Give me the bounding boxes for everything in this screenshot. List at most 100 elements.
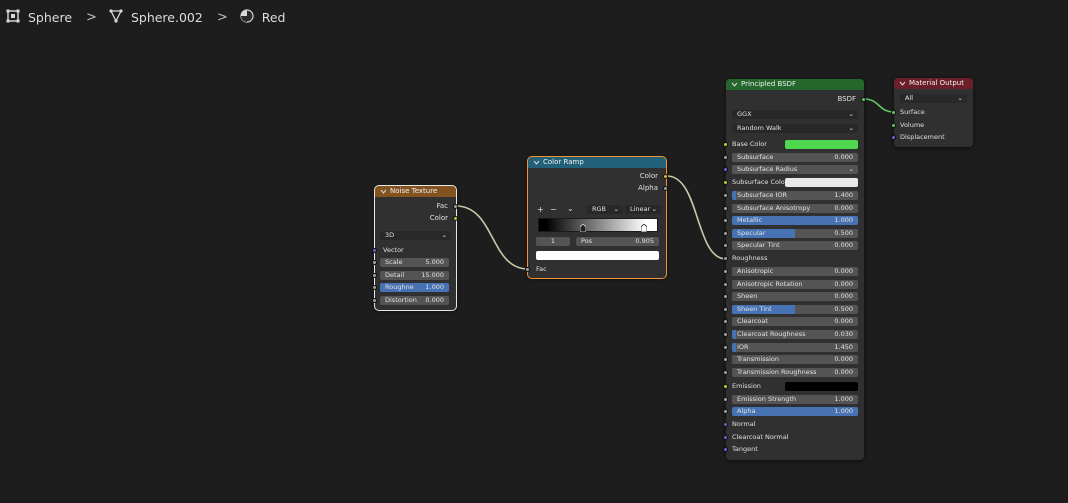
slider-field[interactable]: Anisotropic 0.000 [732,267,858,276]
material-output-header[interactable]: Material Output [894,78,973,89]
dimensions-dropdown[interactable]: 3D ⌄ [380,231,451,240]
input-socket[interactable] [723,409,728,415]
principled-bsdf-header[interactable]: Principled BSDF [726,79,864,90]
link-ramp-color-to-roughness [666,175,727,260]
input-socket[interactable] [723,306,728,312]
principled-bsdf-node[interactable]: Principled BSDF BSDF GGX ⌄ Random Walk ⌄ B… [723,79,866,460]
noise-texture-node[interactable]: Noise Texture Fac Color 3D ⌄ Vector Scale… [372,185,458,311]
color-ramp-header[interactable]: Color Ramp [528,157,666,168]
subsurface-field[interactable]: Subsurface 0.000 [732,153,858,162]
slider-field[interactable]: Alpha 1.000 [732,407,858,417]
remove-stop-button[interactable]: − [550,205,557,214]
input-socket[interactable] [723,344,728,350]
slider-field[interactable]: Anisotropic Rotation 0.000 [732,279,858,289]
slider-field[interactable]: Clearcoat Roughness 0.030 [732,330,858,339]
chevron-down-icon: ⌄ [441,231,447,239]
slider-field[interactable]: Metallic 1.000 [732,216,858,226]
stop-index-field[interactable]: 1 [536,237,570,246]
output-color: Color [528,171,666,182]
color-mode-dropdown[interactable]: RGB ⌄ [587,205,623,214]
output-target-dropdown[interactable]: All ⌄ [900,94,967,103]
normal-socket[interactable] [723,422,728,427]
input-socket[interactable] [372,272,377,278]
input-socket[interactable] [723,319,728,325]
input-socket[interactable] [372,260,377,265]
input-socket[interactable] [723,397,728,402]
slider-field[interactable]: Subsurface IOR 1.400 [732,191,858,200]
collapse-chevron-icon[interactable] [731,81,738,88]
slider-field[interactable]: Emission Strength 1.000 [732,395,858,404]
subsurface-color-swatch[interactable] [785,178,858,187]
input-socket[interactable] [723,269,728,274]
roughness-label: Roughness [732,254,768,262]
surface-socket[interactable] [891,110,896,115]
subsurface-method-dropdown[interactable]: Random Walk ⌄ [732,124,858,133]
stop-color-swatch[interactable] [536,251,659,260]
stop-position-field[interactable]: Pos 0.905 [576,237,659,246]
ramp-stop-marker-active[interactable] [641,224,647,232]
input-socket[interactable] [723,357,728,363]
slider-field[interactable]: Scale 5.000 [380,258,449,267]
input-socket[interactable] [723,281,728,287]
distribution-dropdown[interactable]: GGX ⌄ [732,110,858,119]
slider-field[interactable]: Clearcoat 0.000 [732,317,858,327]
noise-texture-header[interactable]: Noise Texture [375,186,456,197]
input-socket[interactable] [723,294,728,300]
emission-socket[interactable] [723,384,728,389]
base-color-socket[interactable] [723,142,728,147]
collapse-chevron-icon[interactable] [533,159,540,166]
add-stop-button[interactable]: + [537,205,544,214]
interpolation-dropdown[interactable]: Linear ⌄ [625,205,661,214]
output-fac-socket[interactable] [453,204,458,209]
slider-field[interactable]: Transmission 0.000 [732,355,858,365]
slider-field[interactable]: Sheen 0.000 [732,292,858,302]
input-fac-socket[interactable] [525,267,530,272]
output-alpha-socket[interactable] [663,186,668,191]
input-socket[interactable] [723,193,728,198]
input-socket[interactable] [723,332,728,337]
collapse-chevron-icon[interactable] [380,188,387,195]
subsurface-radius-socket[interactable] [723,167,728,172]
slider-field[interactable]: Subsurface Anisotropy 0.000 [732,203,858,213]
subsurface-color-label: Subsurface Color [732,178,788,186]
slider-field[interactable]: Specular 0.500 [732,228,858,238]
ramp-menu-button[interactable]: ⌄ [567,204,574,213]
slider-field[interactable]: IOR 1.450 [732,342,858,352]
slider-field[interactable]: Specular Tint 0.000 [732,241,858,251]
base-color-swatch[interactable] [785,140,858,149]
input-socket[interactable] [723,230,728,236]
clearcoat-normal-socket[interactable] [723,435,728,440]
subsurface-radius-field[interactable]: Subsurface Radius ⌄ [732,165,858,174]
output-color-socket[interactable] [453,216,458,221]
output-color-label: Color [429,214,448,222]
slider-value: 0.000 [834,292,853,301]
output-bsdf-socket[interactable] [861,97,866,102]
displacement-socket[interactable] [891,135,896,140]
roughness-socket[interactable] [723,256,728,261]
collapse-chevron-icon[interactable] [899,80,906,87]
input-socket[interactable] [723,218,728,224]
emission-color-swatch[interactable] [785,382,858,391]
subsurface-color-socket[interactable] [723,180,728,185]
output-color-socket[interactable] [663,174,668,179]
slider-field[interactable]: Sheen Tint 0.500 [732,304,858,314]
input-socket[interactable] [372,297,377,303]
input-socket[interactable] [372,285,377,290]
input-socket[interactable] [723,243,728,249]
ramp-stop-marker[interactable] [580,224,586,232]
slider-field[interactable]: Transmission Roughness 0.000 [732,367,858,377]
slider-field[interactable]: Distortion 0.000 [380,295,449,305]
volume-socket[interactable] [891,123,896,128]
subsurface-socket[interactable] [723,155,728,160]
material-output-node[interactable]: Material Output All ⌄ Surface Volume Disp… [891,78,973,147]
tangent-socket[interactable] [723,447,728,452]
slider-field[interactable]: Detail 15.000 [380,270,449,280]
input-vector-socket[interactable] [372,248,377,253]
slider-value: 1.000 [425,283,444,291]
color-ramp-node[interactable]: Color Ramp Color Alpha + − ⌄ RGB ⌄ Linear… [525,156,668,279]
noise-texture-title: Noise Texture [390,187,438,195]
input-socket[interactable] [723,369,728,375]
color-ramp-gradient[interactable] [538,218,658,232]
slider-field[interactable]: Roughne 1.000 [380,283,449,292]
input-socket[interactable] [723,205,728,211]
